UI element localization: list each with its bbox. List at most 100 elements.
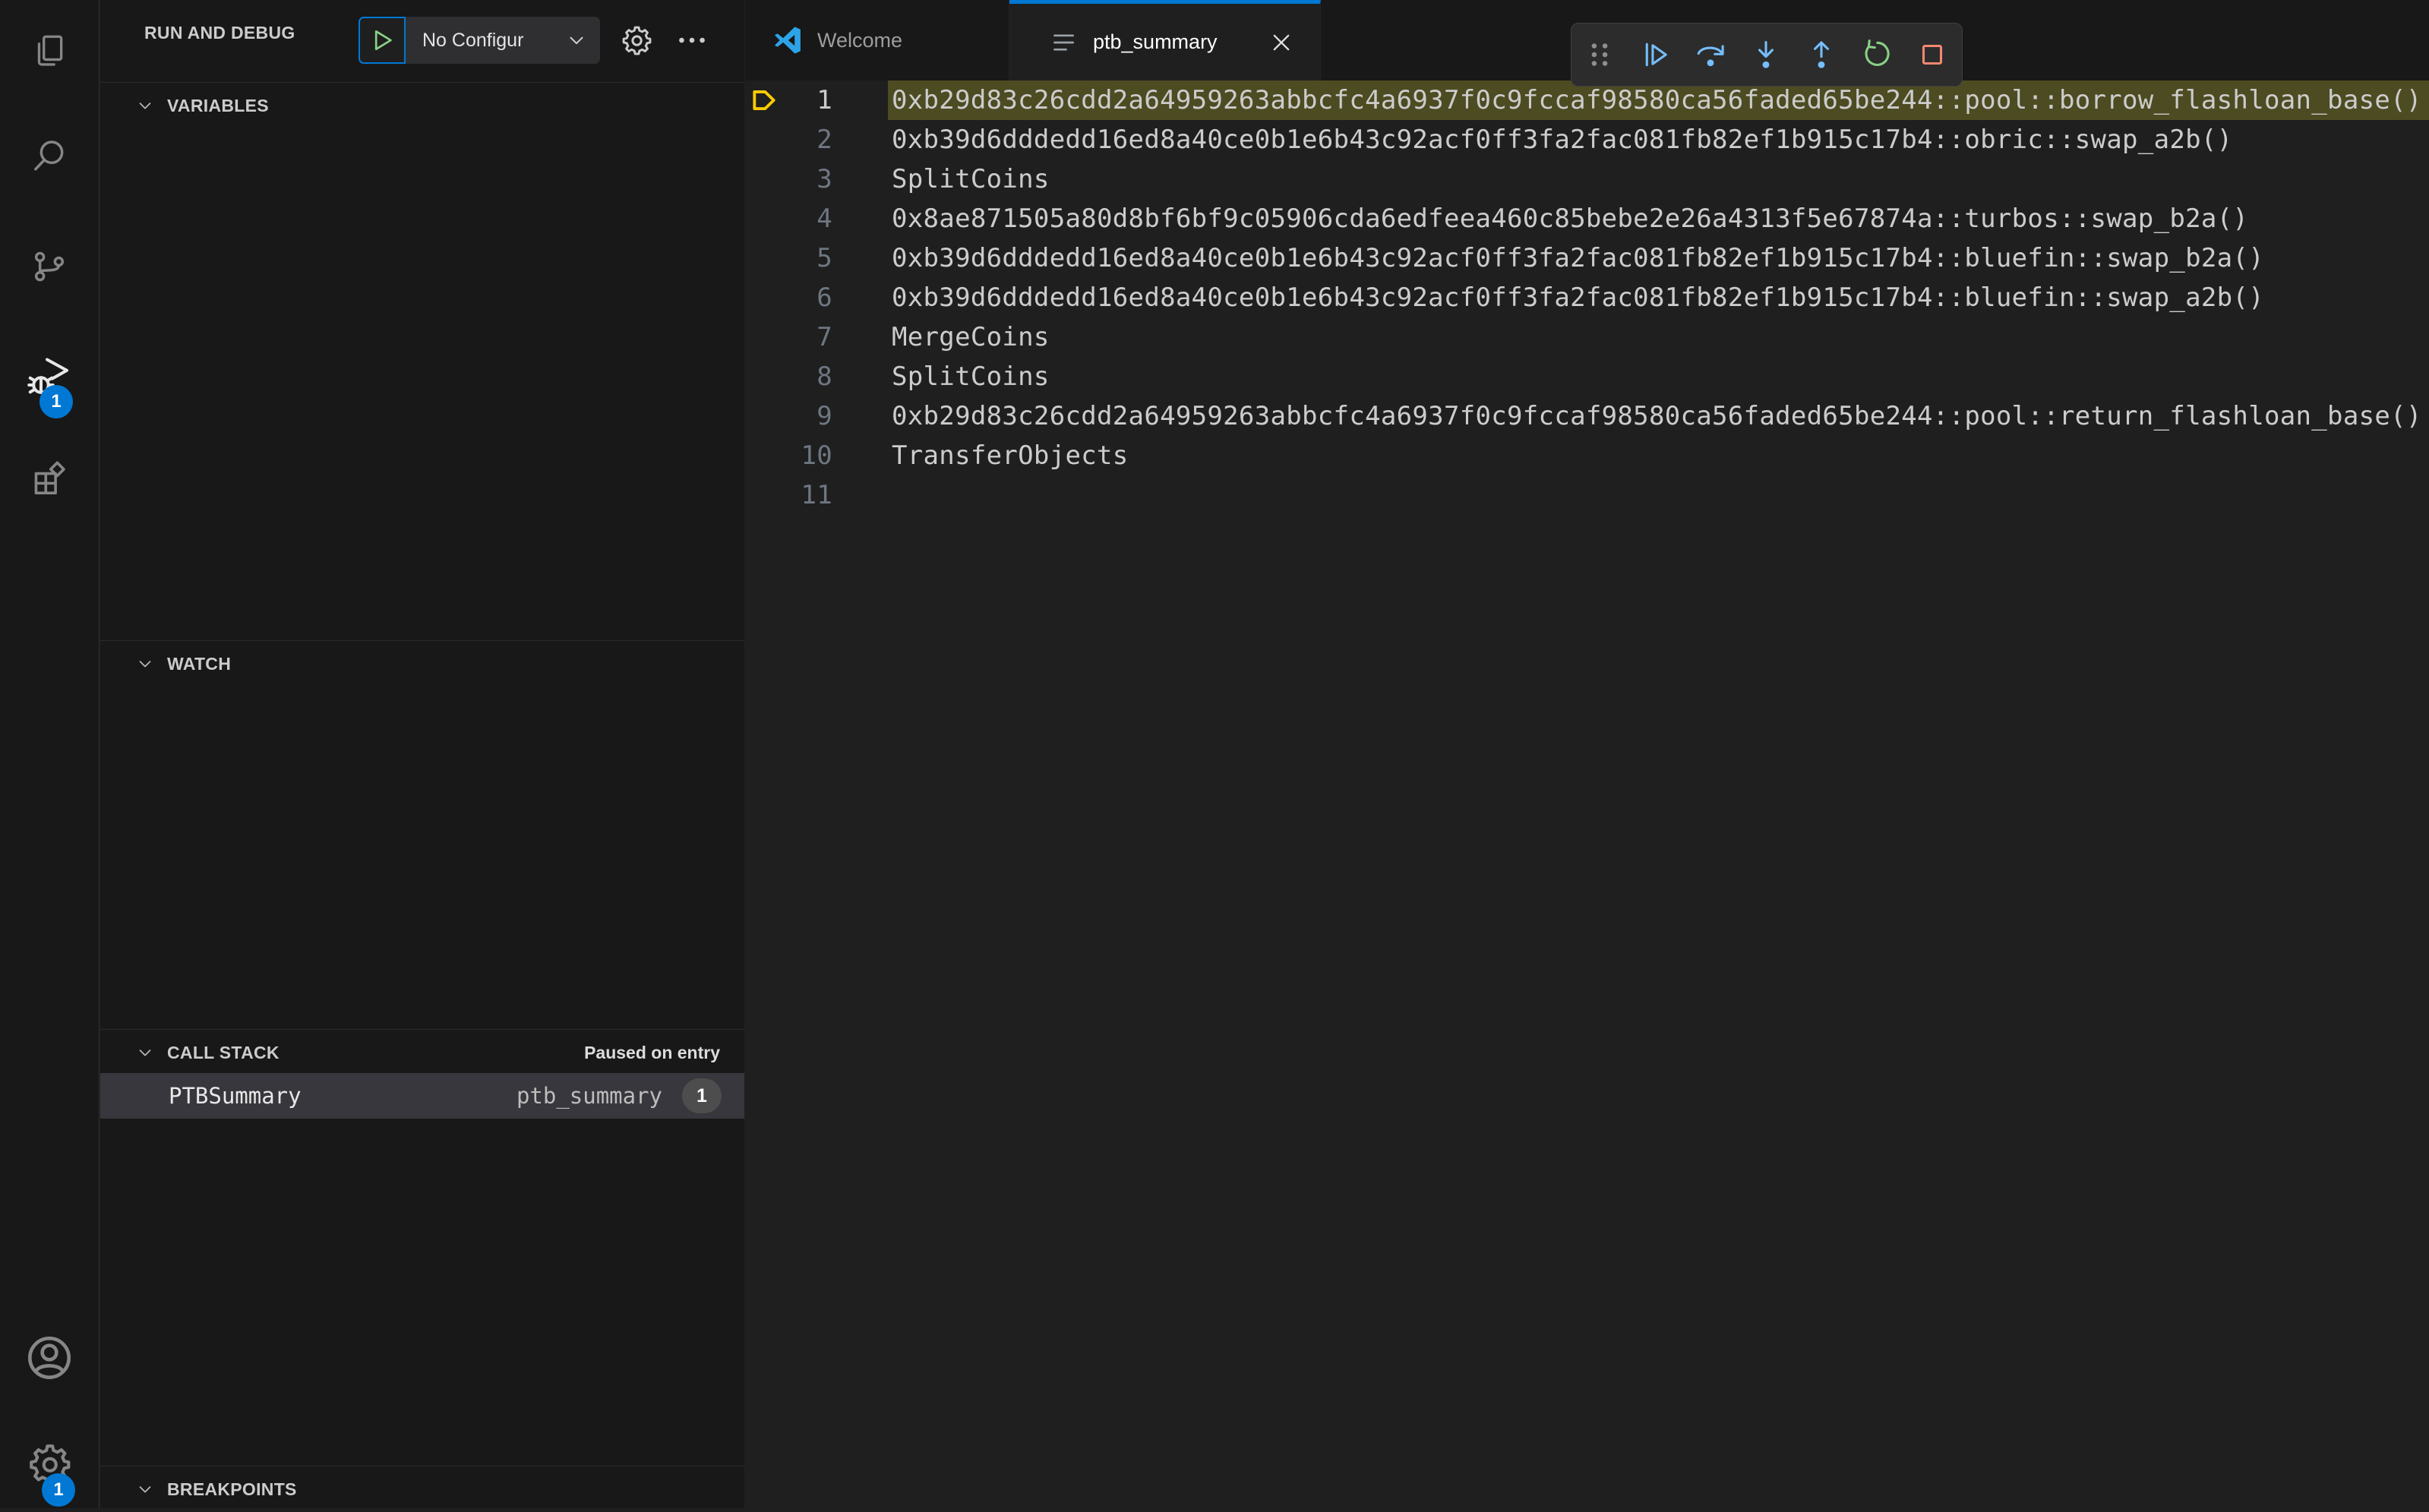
debug-badge: 1: [39, 385, 73, 418]
watch-section-header[interactable]: WATCH: [100, 641, 744, 687]
continue-button[interactable]: [1627, 24, 1682, 86]
editor-group: Welcome ptb_summary 1 0xb29d83c26cdd2a649…: [745, 0, 2429, 1508]
code-text: MergeCoins: [892, 322, 1050, 352]
files-icon: [30, 32, 68, 70]
editor-line[interactable]: 2 0xb39d6dddedd16ed8a40ce0b1e6b43c92acf0f…: [745, 120, 2429, 159]
tab-label: ptb_summary: [1093, 30, 1218, 53]
breakpoints-section-header[interactable]: BREAKPOINTS: [100, 1466, 744, 1512]
step-over-button[interactable]: [1682, 24, 1738, 86]
debug-toolbar: [1571, 23, 1963, 87]
toolbar-drag-handle[interactable]: [1571, 24, 1627, 86]
restart-icon: [1859, 37, 1894, 72]
editor-line[interactable]: 3 SplitCoins: [745, 159, 2429, 199]
code-editor[interactable]: 1 0xb29d83c26cdd2a64959263abbcfc4a6937f0c…: [745, 80, 2429, 1508]
sidebar-item-run-and-debug[interactable]: 1: [0, 355, 99, 418]
variables-section-label: VARIABLES: [167, 95, 269, 115]
line-number[interactable]: 5: [753, 238, 832, 278]
tab-label: Welcome: [817, 28, 903, 52]
debug-settings-gear-button[interactable]: [620, 24, 653, 57]
editor-line[interactable]: 9 0xb29d83c26cdd2a64959263abbcfc4a6937f0c…: [745, 396, 2429, 436]
chevron-down-icon: [135, 1479, 155, 1499]
step-out-icon: [1804, 37, 1839, 72]
code-text: SplitCoins: [892, 164, 1050, 194]
sidebar-item-explorer[interactable]: [0, 32, 99, 70]
debug-config-dropdown[interactable]: No Configur: [406, 17, 600, 64]
paused-status-text: Paused on entry: [584, 1042, 720, 1062]
chevron-down-icon: [565, 29, 588, 52]
line-number[interactable]: 1: [753, 80, 832, 120]
debug-config-group: No Configur: [359, 17, 600, 64]
editor-line[interactable]: 4 0x8ae871505a80d8bf6bf9c05906cda6edfeea4…: [745, 199, 2429, 238]
tab-welcome[interactable]: Welcome: [745, 0, 1009, 80]
gear-icon: [620, 24, 653, 57]
breakpoints-section-label: BREAKPOINTS: [167, 1479, 297, 1499]
stop-button[interactable]: [1904, 24, 1960, 86]
step-over-icon: [1693, 37, 1728, 72]
line-number[interactable]: 7: [753, 317, 832, 357]
code-text: 0x8ae871505a80d8bf6bf9c05906cda6edfeea46…: [892, 204, 2249, 234]
start-debugging-button[interactable]: [359, 17, 406, 64]
sidebar-title: RUN AND DEBUG: [144, 23, 295, 43]
debug-config-value: No Configur: [422, 29, 524, 51]
restart-button[interactable]: [1849, 24, 1904, 86]
line-number[interactable]: 8: [753, 357, 832, 396]
code-text: 0xb39d6dddedd16ed8a40ce0b1e6b43c92acf0ff…: [892, 125, 2233, 155]
chevron-down-icon: [135, 1043, 155, 1062]
sidebar-item-source-control[interactable]: [0, 247, 99, 286]
account-icon: [23, 1331, 76, 1384]
stop-icon: [1915, 37, 1950, 72]
line-number[interactable]: 2: [753, 120, 832, 159]
tab-ptb-summary[interactable]: ptb_summary: [1009, 0, 1321, 80]
code-text: SplitCoins: [892, 361, 1050, 392]
call-stack-section: CALL STACK Paused on entry PTBSummary pt…: [100, 1029, 744, 1466]
call-stack-section-header[interactable]: CALL STACK Paused on entry: [100, 1030, 744, 1075]
settings-badge: 1: [42, 1473, 75, 1507]
call-stack-frame-row[interactable]: PTBSummary ptb_summary 1: [100, 1073, 744, 1119]
list-icon: [1049, 27, 1079, 58]
code-text: 0xb39d6dddedd16ed8a40ce0b1e6b43c92acf0ff…: [892, 243, 2264, 273]
continue-icon: [1638, 37, 1673, 72]
editor-line[interactable]: 11: [745, 475, 2429, 515]
frame-name: PTBSummary: [169, 1083, 302, 1109]
code-text: 0xb29d83c26cdd2a64959263abbcfc4a6937f0c9…: [892, 401, 2422, 431]
chevron-down-icon: [135, 96, 155, 115]
activity-bar: 1 1: [0, 0, 99, 1508]
line-number[interactable]: 6: [753, 278, 832, 317]
search-icon: [30, 136, 69, 175]
line-number[interactable]: 9: [753, 396, 832, 436]
variables-section-header[interactable]: VARIABLES: [100, 83, 744, 128]
frame-file: ptb_summary: [516, 1083, 662, 1109]
call-stack-section-label: CALL STACK: [167, 1042, 280, 1062]
sidebar-item-search[interactable]: [0, 136, 99, 175]
settings-button[interactable]: 1: [0, 1441, 99, 1507]
watch-section: WATCH: [100, 640, 744, 1029]
close-icon[interactable]: [1268, 30, 1294, 55]
gripper-icon: [1582, 37, 1617, 72]
variables-section: VARIABLES: [100, 82, 744, 640]
line-number[interactable]: 3: [753, 159, 832, 199]
play-icon: [368, 27, 396, 54]
editor-line[interactable]: 8 SplitCoins: [745, 357, 2429, 396]
source-control-icon: [30, 247, 69, 286]
extensions-icon: [29, 460, 70, 501]
step-into-button[interactable]: [1738, 24, 1793, 86]
line-number[interactable]: 11: [753, 475, 832, 515]
editor-line[interactable]: 7 MergeCoins: [745, 317, 2429, 357]
editor-line[interactable]: 6 0xb39d6dddedd16ed8a40ce0b1e6b43c92acf0f…: [745, 278, 2429, 317]
editor-line[interactable]: 5 0xb39d6dddedd16ed8a40ce0b1e6b43c92acf0f…: [745, 238, 2429, 278]
line-number[interactable]: 4: [753, 199, 832, 238]
code-text: TransferObjects: [892, 440, 1129, 471]
step-out-button[interactable]: [1793, 24, 1849, 86]
code-text: 0xb39d6dddedd16ed8a40ce0b1e6b43c92acf0ff…: [892, 283, 2264, 313]
step-into-icon: [1748, 37, 1783, 72]
more-actions-button[interactable]: [675, 24, 709, 57]
line-number[interactable]: 10: [753, 436, 832, 475]
frame-badge: 1: [682, 1078, 722, 1113]
ellipsis-icon: [675, 24, 709, 57]
sidebar-item-extensions[interactable]: [0, 460, 99, 501]
accounts-button[interactable]: [0, 1331, 99, 1384]
chevron-down-icon: [135, 654, 155, 674]
editor-line[interactable]: 10 TransferObjects: [745, 436, 2429, 475]
breakpoints-section: BREAKPOINTS: [100, 1466, 744, 1508]
run-and-debug-sidebar: RUN AND DEBUG No Configur VARIABLES WATC…: [100, 0, 744, 1508]
